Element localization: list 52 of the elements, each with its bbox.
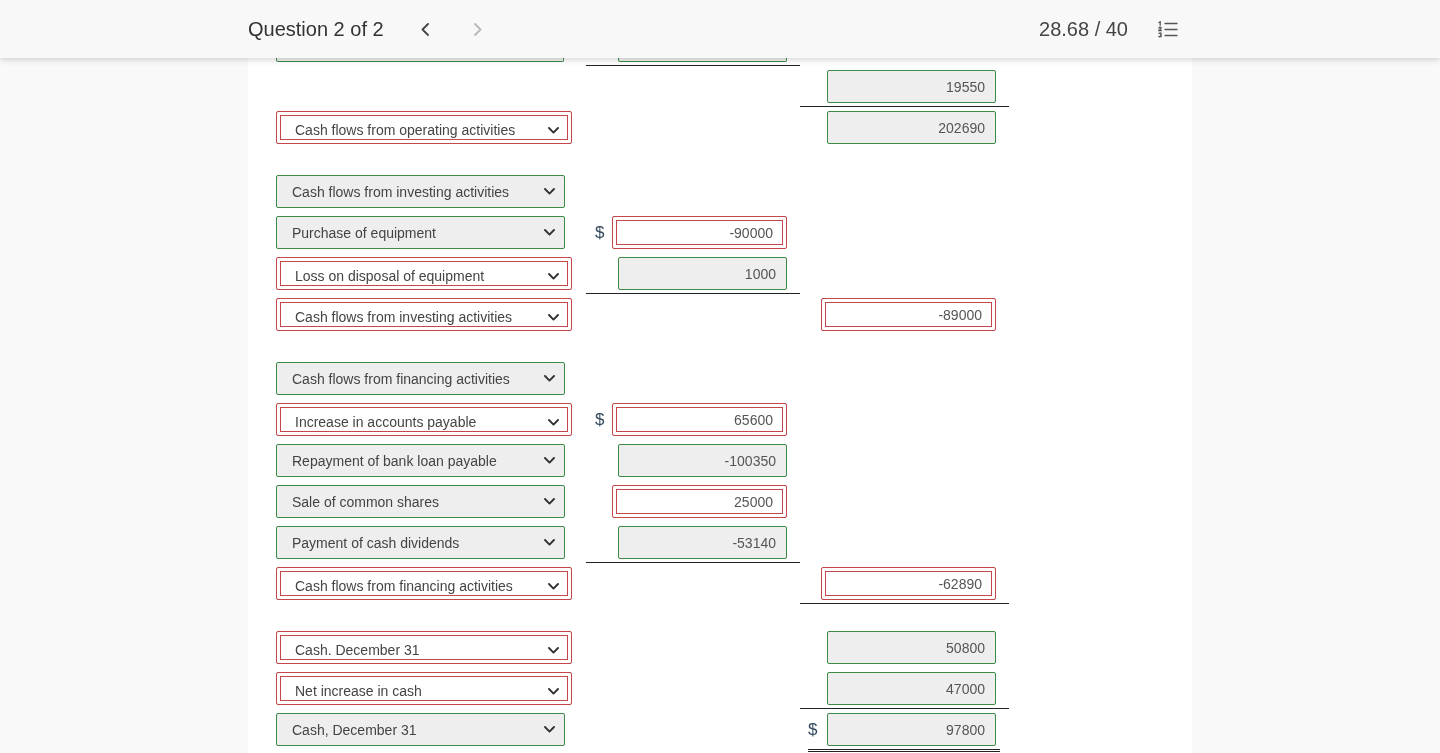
amount-field[interactable]: 50800	[827, 631, 996, 664]
chevron-down-icon	[548, 646, 559, 654]
amount-field[interactable]: 97800	[827, 713, 996, 746]
chevron-down-icon	[544, 229, 555, 236]
chevron-down-icon	[548, 313, 559, 321]
amount-field[interactable]: 25000	[612, 485, 787, 518]
chevron-down-icon	[544, 539, 555, 546]
amount-field[interactable]	[618, 58, 787, 62]
chevron-down-icon	[548, 272, 559, 280]
amount-field[interactable]: 47000	[827, 672, 996, 705]
account-dropdown[interactable]: Increase in accounts payable	[276, 403, 572, 436]
amount-field[interactable]: -53140	[618, 526, 787, 559]
account-dropdown[interactable]: Cash flows from operating activities	[276, 111, 572, 144]
chevron-down-icon	[544, 498, 555, 505]
amount-field[interactable]: -90000	[612, 216, 787, 249]
chevron-down-icon	[544, 726, 555, 733]
chevron-left-icon	[420, 22, 429, 36]
account-dropdown[interactable]: Purchase of equipment	[276, 216, 565, 249]
amount-field[interactable]: 19550	[827, 70, 996, 103]
chevron-down-icon	[548, 126, 559, 134]
amount-field[interactable]: -62890	[821, 567, 996, 600]
chevron-down-icon	[544, 457, 555, 464]
amount-field[interactable]: -100350	[618, 444, 787, 477]
amount-field[interactable]: 202690	[827, 111, 996, 144]
dollar-sign: $	[808, 719, 818, 740]
account-dropdown[interactable]: Cash. December 31	[276, 631, 572, 664]
account-dropdown[interactable]: Cash flows from financing activities	[276, 567, 572, 600]
chevron-down-icon	[548, 687, 559, 695]
account-dropdown[interactable]: Sale of common shares	[276, 485, 565, 518]
numbered-list-icon	[1158, 20, 1178, 38]
question-list-button[interactable]	[1158, 20, 1178, 38]
amount-field[interactable]: 65600	[612, 403, 787, 436]
account-dropdown[interactable]: Cash flows from financing activities	[276, 362, 565, 395]
chevron-down-icon	[548, 418, 559, 426]
amount-field[interactable]: 1000	[618, 257, 787, 290]
chevron-down-icon	[544, 375, 555, 382]
account-dropdown[interactable]: Cash flows from investing activities	[276, 175, 565, 208]
chevron-down-icon	[548, 582, 559, 590]
account-dropdown[interactable]: Cash, December 31	[276, 713, 565, 746]
account-dropdown[interactable]: Loss on disposal of equipment	[276, 257, 572, 290]
dollar-sign: $	[595, 222, 605, 243]
chevron-down-icon	[544, 188, 555, 195]
chevron-right-icon	[473, 22, 482, 36]
amount-field[interactable]: -89000	[821, 298, 996, 331]
account-dropdown[interactable]	[276, 58, 564, 62]
account-dropdown[interactable]: Repayment of bank loan payable	[276, 444, 565, 477]
account-dropdown[interactable]: Payment of cash dividends	[276, 526, 565, 559]
dollar-sign: $	[595, 409, 605, 430]
account-dropdown[interactable]: Net increase in cash	[276, 672, 572, 705]
question-title: Question 2 of 2	[248, 17, 384, 41]
score-text: 28.68 / 40	[1039, 17, 1128, 41]
account-dropdown[interactable]: Cash flows from investing activities	[276, 298, 572, 331]
